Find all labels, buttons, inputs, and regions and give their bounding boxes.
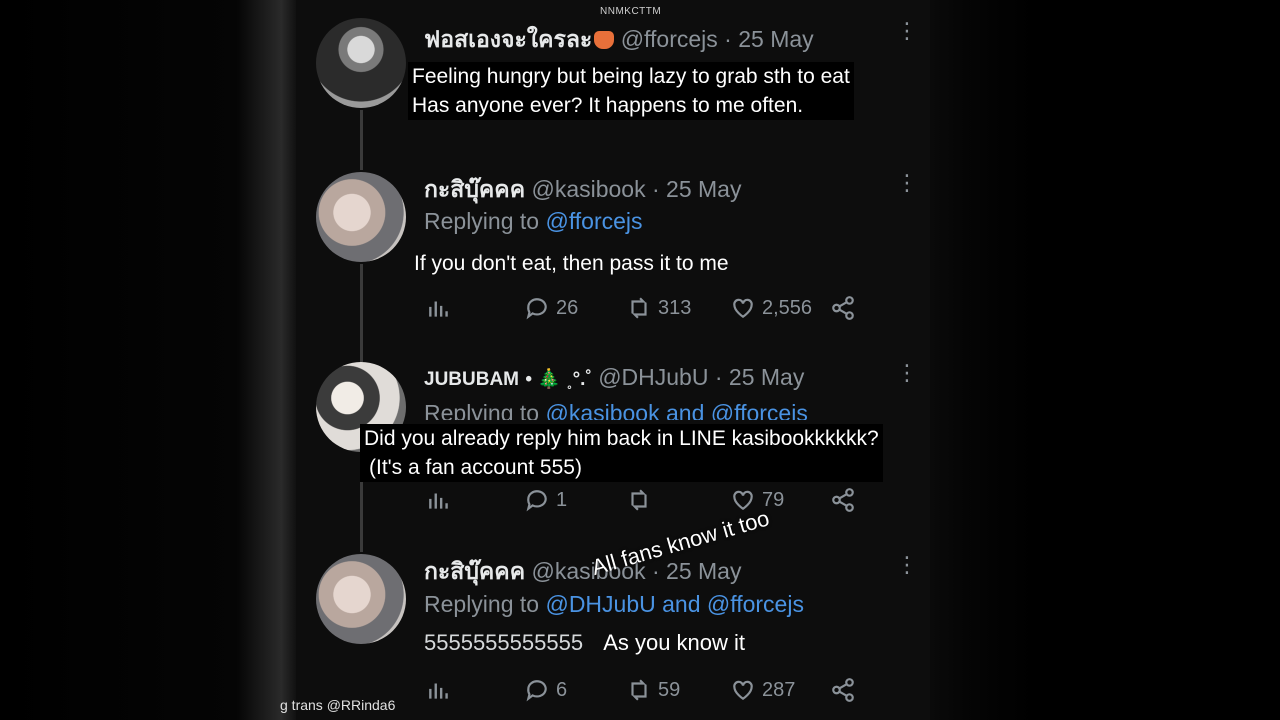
reply-icon bbox=[526, 490, 547, 512]
like-count: 2,556 bbox=[762, 296, 813, 319]
retweet-button[interactable]: 59 bbox=[626, 677, 680, 703]
watermark: NNMKCTTM bbox=[600, 6, 662, 17]
share-icon bbox=[832, 488, 854, 512]
translation-credit: g trans @RRinda6 bbox=[280, 697, 396, 713]
translation-inline: As you know it bbox=[603, 630, 746, 655]
analytics-button[interactable] bbox=[426, 295, 452, 321]
tweet-actions: 1 79 bbox=[426, 487, 866, 515]
left-letterbox bbox=[0, 0, 296, 720]
retweet-icon bbox=[631, 297, 647, 319]
analytics-icon bbox=[429, 683, 448, 699]
reply-button[interactable]: 26 bbox=[524, 295, 578, 321]
more-options-icon[interactable]: ⋮ bbox=[896, 172, 918, 194]
replying-prefix: Replying to bbox=[424, 400, 540, 420]
translation-line: (It's a fan account 555) bbox=[369, 456, 582, 479]
reply-count: 26 bbox=[556, 296, 579, 319]
analytics-icon bbox=[429, 493, 448, 509]
timestamp[interactable]: 25 May bbox=[738, 26, 813, 52]
retweet-count: 313 bbox=[658, 296, 692, 319]
timestamp[interactable]: 25 May bbox=[666, 176, 741, 202]
more-options-icon[interactable]: ⋮ bbox=[896, 554, 918, 576]
mention-link[interactable]: @fforcejs bbox=[545, 208, 642, 234]
replying-prefix: Replying to bbox=[424, 591, 540, 617]
reply-count: 1 bbox=[556, 488, 568, 511]
heart-icon bbox=[733, 680, 753, 700]
avatar[interactable] bbox=[316, 172, 406, 262]
like-button[interactable]: 2,556 bbox=[730, 295, 812, 321]
fox-emoji-icon bbox=[594, 31, 615, 49]
heart-icon bbox=[733, 298, 753, 318]
analytics-button[interactable] bbox=[426, 677, 452, 703]
handle[interactable]: @fforcejs bbox=[621, 26, 718, 52]
share-button[interactable] bbox=[830, 487, 856, 513]
tweet-header: กะสิบุ๊คคค @kasibook · 25 May bbox=[424, 172, 741, 208]
like-count: 287 bbox=[762, 678, 796, 701]
translation-line: Feeling hungry but being lazy to grab st… bbox=[412, 65, 850, 88]
share-button[interactable] bbox=[830, 677, 856, 703]
translation-caption: Did you already reply him back in LINE k… bbox=[360, 424, 883, 482]
retweet-button[interactable]: 313 bbox=[626, 295, 691, 321]
tweet-2[interactable]: กะสิบุ๊คคค @kasibook · 25 May ⋮ Replying… bbox=[296, 160, 930, 340]
analytics-icon bbox=[429, 301, 448, 317]
more-options-icon[interactable]: ⋮ bbox=[896, 20, 918, 42]
handle[interactable]: @kasibook bbox=[531, 176, 645, 202]
display-name[interactable]: ฟอสเองจะใครละ bbox=[424, 26, 592, 52]
retweet-icon bbox=[631, 489, 647, 511]
tweet-header: ฟอสเองจะใครละ @fforcejs · 25 May bbox=[424, 22, 814, 58]
handle[interactable]: @DHJubU bbox=[598, 364, 708, 390]
translation-line: Did you already reply him back in LINE k… bbox=[364, 427, 879, 450]
retweet-count: 59 bbox=[658, 678, 681, 701]
share-icon bbox=[832, 678, 854, 702]
translation-line: Has anyone ever? It happens to me often. bbox=[412, 94, 804, 117]
timestamp[interactable]: 25 May bbox=[729, 364, 804, 390]
display-name[interactable]: JUBUBAM bbox=[424, 369, 519, 390]
mention-link[interactable]: @DHJubU and @fforcejs bbox=[545, 591, 803, 617]
like-button[interactable]: 287 bbox=[730, 677, 795, 703]
display-name[interactable]: กะสิบุ๊คคค bbox=[424, 558, 525, 584]
reply-count: 6 bbox=[556, 678, 568, 701]
avatar[interactable] bbox=[316, 554, 406, 644]
retweet-icon bbox=[631, 679, 647, 701]
replying-to: Replying to @DHJubU and @fforcejs bbox=[424, 591, 804, 618]
mention-link[interactable]: @kasibook and @fforcejs bbox=[545, 400, 807, 420]
replying-to: Replying to @fforcejs bbox=[424, 208, 643, 235]
tweet-text: If you don't eat, then pass it to me bbox=[414, 252, 729, 275]
tweet-thread: ฟอสเองจะใครละ @fforcejs · 25 May ⋮ Feeli… bbox=[296, 0, 930, 720]
display-name[interactable]: กะสิบุ๊คคค bbox=[424, 176, 525, 202]
dot-separator: · bbox=[724, 26, 739, 52]
display-name-suffix: • 🎄 ˳°.˚ bbox=[525, 369, 592, 390]
share-button[interactable] bbox=[830, 295, 856, 321]
reply-icon bbox=[526, 680, 547, 702]
timestamp[interactable]: 25 May bbox=[666, 558, 741, 584]
avatar[interactable] bbox=[316, 18, 406, 108]
retweet-button[interactable] bbox=[626, 487, 652, 513]
reply-button[interactable]: 6 bbox=[524, 677, 567, 703]
reply-icon bbox=[526, 298, 547, 320]
translation-caption: Feeling hungry but being lazy to grab st… bbox=[408, 62, 854, 120]
reply-button[interactable]: 1 bbox=[524, 487, 567, 513]
dot-separator: · bbox=[714, 364, 729, 390]
share-icon bbox=[832, 296, 854, 320]
analytics-button[interactable] bbox=[426, 487, 452, 513]
tweet-text-original: 5555555555555 bbox=[424, 630, 584, 655]
replying-to: Replying to @kasibook and @fforcejs bbox=[424, 400, 808, 420]
tweet-text: 5555555555555 As you know it bbox=[424, 630, 745, 656]
dot-separator: · bbox=[651, 176, 667, 202]
tweet-header: กะสิบุ๊คคค @kasibook · 25 May bbox=[424, 554, 741, 590]
right-letterbox bbox=[930, 0, 1280, 720]
tweet-actions: 6 59 287 bbox=[426, 677, 866, 705]
more-options-icon[interactable]: ⋮ bbox=[896, 362, 918, 384]
replying-prefix: Replying to bbox=[424, 208, 540, 234]
tweet-actions: 26 313 2,556 bbox=[426, 295, 866, 323]
tweet-header: JUBUBAM • 🎄 ˳°.˚ @DHJubU · 25 May bbox=[424, 364, 804, 391]
